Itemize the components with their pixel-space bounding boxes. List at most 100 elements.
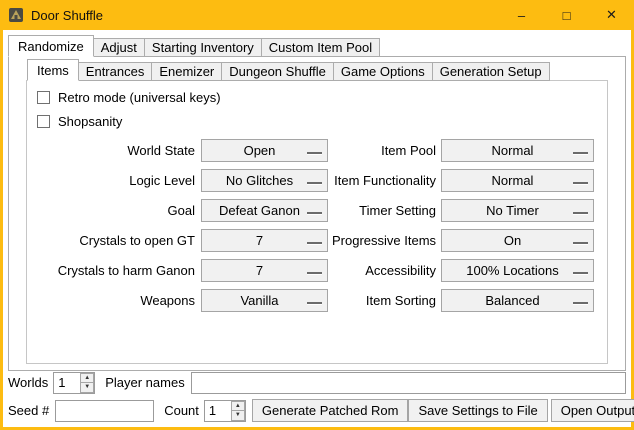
- primary-tab-bar: Randomize Adjust Starting Inventory Cust…: [3, 35, 631, 57]
- tab-adjust[interactable]: Adjust: [93, 38, 145, 57]
- player-names-label: Player names: [105, 375, 184, 390]
- worlds-label: Worlds: [8, 375, 48, 390]
- window-title: Door Shuffle: [31, 8, 499, 23]
- accessibility-label: Accessibility: [332, 263, 436, 278]
- dropdown-indicator-icon: [307, 272, 322, 274]
- minimize-icon[interactable]: –: [499, 0, 544, 30]
- tab-starting-inventory[interactable]: Starting Inventory: [144, 38, 262, 57]
- worlds-stepper[interactable]: ▲ ▼: [53, 372, 95, 394]
- crystals-ganon-label: Crystals to harm Ganon: [27, 263, 195, 278]
- crystals-ganon-value: 7: [256, 263, 273, 278]
- progressive-items-label: Progressive Items: [332, 233, 436, 248]
- tab-generation-setup[interactable]: Generation Setup: [432, 62, 550, 81]
- item-pool-label: Item Pool: [332, 143, 436, 158]
- shopsanity-label: Shopsanity: [58, 114, 122, 129]
- timer-setting-value: No Timer: [486, 203, 549, 218]
- world-state-label: World State: [27, 143, 195, 158]
- count-input[interactable]: [205, 401, 231, 421]
- accessibility-value: 100% Locations: [466, 263, 569, 278]
- option-row: Weapons Vanilla Item Sorting Balanced: [27, 285, 607, 315]
- logic-level-value: No Glitches: [226, 173, 303, 188]
- count-stepper[interactable]: ▲ ▼: [204, 400, 246, 422]
- dropdown-indicator-icon: [573, 272, 588, 274]
- dropdown-indicator-icon: [307, 302, 322, 304]
- dropdown-indicator-icon: [573, 212, 588, 214]
- option-row: Logic Level No Glitches Item Functionali…: [27, 165, 607, 195]
- app-icon: [8, 7, 24, 23]
- worlds-stepper-buttons: ▲ ▼: [80, 373, 94, 393]
- tab-entrances[interactable]: Entrances: [78, 62, 153, 81]
- tab-randomize[interactable]: Randomize: [8, 35, 94, 57]
- weapons-label: Weapons: [27, 293, 195, 308]
- generate-patched-rom-button[interactable]: Generate Patched Rom: [252, 399, 409, 422]
- goal-dropdown[interactable]: Defeat Ganon: [201, 199, 328, 222]
- player-names-input[interactable]: [191, 372, 626, 394]
- item-functionality-value: Normal: [492, 173, 544, 188]
- seed-row: Seed # Count ▲ ▼ Generate Patched Rom Sa…: [8, 399, 626, 422]
- maximize-icon[interactable]: □: [544, 0, 589, 30]
- tab-dungeon-shuffle[interactable]: Dungeon Shuffle: [221, 62, 334, 81]
- world-state-dropdown[interactable]: Open: [201, 139, 328, 162]
- option-row: World State Open Item Pool Normal: [27, 135, 607, 165]
- count-label: Count: [164, 403, 199, 418]
- spin-down-icon[interactable]: ▼: [80, 383, 94, 393]
- item-sorting-value: Balanced: [485, 293, 549, 308]
- timer-setting-dropdown[interactable]: No Timer: [441, 199, 594, 222]
- logic-level-dropdown[interactable]: No Glitches: [201, 169, 328, 192]
- option-row: Crystals to harm Ganon 7 Accessibility 1…: [27, 255, 607, 285]
- weapons-dropdown[interactable]: Vanilla: [201, 289, 328, 312]
- retro-mode-checkbox[interactable]: [37, 91, 50, 104]
- tab-game-options[interactable]: Game Options: [333, 62, 433, 81]
- items-pane: Retro mode (universal keys) Shopsanity W…: [26, 80, 608, 364]
- option-row: Crystals to open GT 7 Progressive Items …: [27, 225, 607, 255]
- tab-items[interactable]: Items: [27, 59, 79, 81]
- shopsanity-row: Shopsanity: [27, 109, 607, 133]
- goal-value: Defeat Ganon: [219, 203, 310, 218]
- item-functionality-dropdown[interactable]: Normal: [441, 169, 594, 192]
- worlds-input[interactable]: [54, 373, 80, 393]
- dropdown-indicator-icon: [307, 212, 322, 214]
- item-pool-dropdown[interactable]: Normal: [441, 139, 594, 162]
- seed-input[interactable]: [55, 400, 154, 422]
- item-sorting-dropdown[interactable]: Balanced: [441, 289, 594, 312]
- crystals-gt-dropdown[interactable]: 7: [201, 229, 328, 252]
- accessibility-dropdown[interactable]: 100% Locations: [441, 259, 594, 282]
- retro-mode-row: Retro mode (universal keys): [27, 85, 607, 109]
- crystals-ganon-dropdown[interactable]: 7: [201, 259, 328, 282]
- item-pool-value: Normal: [492, 143, 544, 158]
- close-icon[interactable]: ✕: [589, 0, 634, 30]
- dropdown-indicator-icon: [307, 152, 322, 154]
- randomize-pane: Items Entrances Enemizer Dungeon Shuffle…: [8, 56, 626, 371]
- world-state-value: Open: [244, 143, 286, 158]
- tab-custom-item-pool[interactable]: Custom Item Pool: [261, 38, 380, 57]
- logic-level-label: Logic Level: [27, 173, 195, 188]
- item-functionality-label: Item Functionality: [332, 173, 436, 188]
- client-area: Randomize Adjust Starting Inventory Cust…: [3, 30, 631, 427]
- progressive-items-dropdown[interactable]: On: [441, 229, 594, 252]
- spin-up-icon[interactable]: ▲: [80, 373, 94, 384]
- progressive-items-value: On: [504, 233, 531, 248]
- crystals-gt-value: 7: [256, 233, 273, 248]
- dropdown-indicator-icon: [573, 152, 588, 154]
- footer: Worlds ▲ ▼ Player names Seed # Count: [8, 371, 626, 422]
- retro-mode-label: Retro mode (universal keys): [58, 90, 221, 105]
- shopsanity-checkbox[interactable]: [37, 115, 50, 128]
- tab-enemizer[interactable]: Enemizer: [151, 62, 222, 81]
- option-row: Goal Defeat Ganon Timer Setting No Timer: [27, 195, 607, 225]
- timer-setting-label: Timer Setting: [332, 203, 436, 218]
- dropdown-indicator-icon: [573, 302, 588, 304]
- dropdown-indicator-icon: [573, 182, 588, 184]
- titlebar: Door Shuffle – □ ✕: [0, 0, 634, 30]
- dropdown-indicator-icon: [307, 242, 322, 244]
- spin-up-icon[interactable]: ▲: [231, 401, 245, 412]
- crystals-gt-label: Crystals to open GT: [27, 233, 195, 248]
- window-controls: – □ ✕: [499, 0, 634, 30]
- open-output-directory-button[interactable]: Open Output Directory: [551, 399, 634, 422]
- dropdown-indicator-icon: [307, 182, 322, 184]
- count-stepper-buttons: ▲ ▼: [231, 401, 245, 421]
- options-grid: World State Open Item Pool Normal Logic …: [27, 135, 607, 315]
- save-settings-button[interactable]: Save Settings to File: [408, 399, 547, 422]
- worlds-row: Worlds ▲ ▼ Player names: [8, 371, 626, 394]
- item-sorting-label: Item Sorting: [332, 293, 436, 308]
- spin-down-icon[interactable]: ▼: [231, 411, 245, 421]
